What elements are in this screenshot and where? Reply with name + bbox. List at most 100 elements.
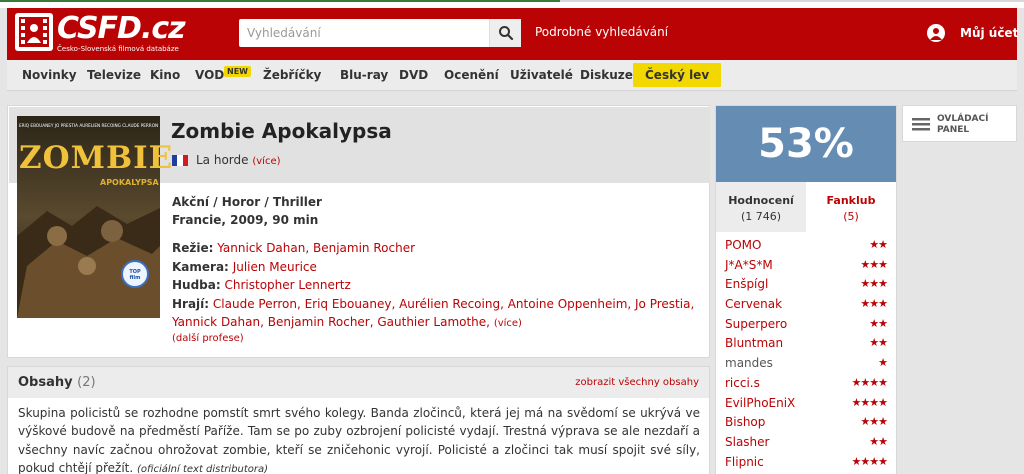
film-strip-icon	[15, 13, 53, 51]
user-name-link[interactable]: Cervenak	[725, 297, 782, 311]
plot-body: Skupina policistů se rozhodne pomstít sm…	[18, 406, 700, 474]
user-name-link[interactable]: mandes	[725, 356, 773, 370]
plot-heading: Obsahy (2)	[18, 375, 96, 390]
rating-box: 53% Hodnocení (1 746) Fanklub (5) POMO ★★…	[715, 105, 897, 474]
france-flag-icon	[172, 155, 188, 166]
csfd-logo[interactable]: CSFD.cz Česko-Slovenská filmová databáze	[15, 11, 186, 55]
user-name-link[interactable]: Flipnic	[725, 455, 764, 469]
user-rating-item: Slasher ★★	[725, 434, 888, 454]
tab-ratings-label: Hodnocení	[728, 194, 794, 207]
directing-row: Režie: Yannick Dahan, Benjamin Rocher	[172, 241, 416, 255]
alternate-title: La horde	[196, 153, 249, 167]
plot-header: Obsahy (2) zobrazit všechny obsahy	[8, 367, 709, 398]
nav-novinky[interactable]: Novinky	[22, 60, 77, 91]
user-rating-item: Enšpígl ★★★	[725, 276, 888, 296]
main-navigation: Novinky Televize Kino VOD NEW Žebříčky B…	[7, 60, 1017, 91]
show-all-plots-link[interactable]: zobrazit všechny obsahy	[575, 377, 699, 388]
search-input[interactable]	[239, 19, 489, 47]
film-origin: Francie, 2009, 90 min	[172, 213, 319, 227]
advanced-search-link[interactable]: Podrobné vyhledávání	[535, 25, 668, 39]
star-rating-icon: ★★★	[860, 415, 888, 429]
tab-fanclub-label: Fanklub	[826, 194, 876, 207]
nav-kino[interactable]: Kino	[150, 60, 180, 91]
cast-row-continued: Yannick Dahan, Benjamin Rocher, Gauthier…	[172, 313, 694, 334]
site-header: CSFD.cz Česko-Slovenská filmová databáze…	[7, 8, 1018, 60]
user-name-link[interactable]: Slasher	[725, 435, 769, 449]
nav-cesky-lev[interactable]: Český lev	[633, 63, 722, 87]
user-rating-item: Flipnic ★★★★	[725, 454, 888, 474]
star-rating-icon: ★★★★	[851, 375, 888, 389]
star-rating-icon: ★★★	[860, 277, 888, 291]
music-label: Hudba:	[172, 278, 221, 293]
alternate-titles-more-link[interactable]: (více)	[252, 156, 280, 167]
poster-top-badge: TOP film	[129, 269, 141, 281]
star-rating-icon: ★★	[869, 238, 888, 251]
director-link[interactable]: Benjamin Rocher	[313, 241, 415, 255]
control-panel-button[interactable]: OVLÁDACÍ PANEL	[902, 105, 1017, 142]
user-name-link[interactable]: Enšpígl	[725, 277, 768, 291]
nav-dvd[interactable]: DVD	[399, 60, 428, 91]
star-rating-icon: ★★	[869, 316, 888, 330]
plot-source: (oficiální text distributora)	[137, 464, 269, 474]
user-rating-item: J*A*S*M ★★★	[725, 257, 888, 277]
search-button[interactable]	[489, 19, 521, 47]
user-name-link[interactable]: Bluntman	[725, 336, 783, 350]
film-title: Zombie Apokalypsa	[171, 119, 392, 143]
plot-section: Obsahy (2) zobrazit všechny obsahy Skupi…	[7, 366, 710, 474]
film-genre: Akční / Horor / Thriller	[172, 195, 322, 209]
user-rating-item: Bluntman ★★	[725, 335, 888, 355]
poster-big-title: ZOMBIE	[19, 140, 174, 176]
tab-fanclub[interactable]: Fanklub (5)	[806, 182, 896, 232]
star-rating-icon: ★	[878, 356, 888, 370]
plot-heading-label: Obsahy	[18, 375, 73, 390]
nav-oceneni[interactable]: Ocenění	[444, 60, 499, 91]
user-rating-item: EvilPhoEniX ★★★★	[725, 395, 888, 415]
nav-zebricky[interactable]: Žebříčky	[263, 60, 321, 91]
star-rating-icon: ★★★★	[851, 454, 888, 468]
user-name-link[interactable]: Superpero	[725, 317, 787, 331]
nav-uzivatele[interactable]: Uživatelé	[510, 60, 573, 91]
director-link[interactable]: Yannick Dahan	[217, 241, 305, 255]
nav-bluray[interactable]: Blu-ray	[340, 60, 388, 91]
search-icon	[499, 26, 514, 41]
alternate-title-row: La horde (více)	[196, 153, 281, 167]
user-rating-item: mandes ★	[725, 355, 888, 375]
menu-icon	[912, 118, 930, 131]
control-panel-label: OVLÁDACÍ PANEL	[937, 114, 989, 135]
music-row: Hudba: Christopher Lennertz	[172, 276, 694, 295]
poster-sub-title: APOKALYPSA	[100, 178, 159, 187]
logo-subtitle: Česko-Slovenská filmová databáze	[57, 45, 179, 53]
tab-ratings-count: (1 746)	[740, 210, 782, 223]
user-name-link[interactable]: ricci.s	[725, 376, 760, 390]
user-name-link[interactable]: POMO	[725, 238, 761, 252]
music-link[interactable]: Christopher Lennertz	[225, 278, 351, 292]
plot-count: (2)	[77, 375, 96, 390]
star-rating-icon: ★★★	[860, 257, 888, 271]
nav-televize[interactable]: Televize	[87, 60, 141, 91]
tab-ratings[interactable]: Hodnocení (1 746)	[716, 182, 806, 232]
nav-vod[interactable]: VOD	[195, 60, 224, 91]
user-name-link[interactable]: J*A*S*M	[725, 258, 773, 272]
film-detail: Zombie Apokalypsa La horde (více) ERIQ E…	[7, 105, 710, 358]
user-rating-item: Superpero ★★	[725, 316, 888, 336]
user-ratings-list: POMO ★★ J*A*S*M ★★★ Enšpígl ★★★ Cervenak ★★★ Sup…	[725, 237, 888, 474]
camera-link[interactable]: Julien Meurice	[233, 260, 317, 274]
cast-links-line1[interactable]: Claude Perron, Eriq Ebouaney, Aurélien R…	[213, 297, 694, 311]
film-creators: Režie: Yannick Dahan, Benjamin Rocher Ka…	[172, 239, 694, 334]
poster-credits: ERIQ EBOUANEY JO PRESTIA AURÉLIEN RECOIN…	[19, 123, 159, 128]
browser-top-strip	[0, 0, 1024, 8]
user-name-link[interactable]: EvilPhoEniX	[725, 396, 795, 410]
cast-links-line2[interactable]: Yannick Dahan, Benjamin Rocher, Gauthier…	[172, 315, 490, 329]
cast-row: Hrají: Claude Perron, Eriq Ebouaney, Aur…	[172, 295, 694, 314]
more-professions-link[interactable]: (další profese)	[172, 333, 244, 344]
star-rating-icon: ★★★★	[851, 395, 888, 409]
star-rating-icon: ★★	[869, 434, 888, 448]
user-rating-item: Cervenak ★★★	[725, 296, 888, 316]
user-name-link[interactable]: Bishop	[725, 415, 765, 429]
camera-label: Kamera:	[172, 259, 229, 274]
search-box	[239, 19, 521, 47]
tab-fanclub-count: (5)	[843, 210, 859, 223]
camera-row: Kamera: Julien Meurice	[172, 258, 694, 277]
cast-more-link[interactable]: (více)	[494, 318, 522, 329]
nav-diskuze[interactable]: Diskuze	[580, 60, 633, 91]
